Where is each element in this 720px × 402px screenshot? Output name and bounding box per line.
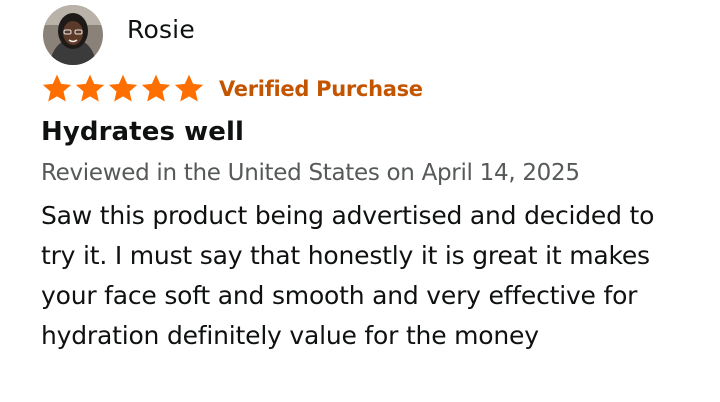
star-icon <box>42 74 72 102</box>
reviewer-name[interactable]: Rosie <box>127 15 195 44</box>
rating-row: Verified Purchase <box>41 72 423 106</box>
star-rating[interactable] <box>41 73 205 105</box>
star-icon <box>75 74 105 102</box>
review-title[interactable]: Hydrates well <box>41 117 244 147</box>
reviewer-profile[interactable]: Rosie <box>43 5 195 65</box>
review-date: Reviewed in the United States on April 1… <box>41 160 580 186</box>
user-avatar-icon[interactable] <box>43 5 103 65</box>
review-body: Saw this product being advertised and de… <box>41 201 655 350</box>
star-icon <box>108 74 138 102</box>
verified-purchase-badge: Verified Purchase <box>219 77 423 101</box>
star-icon <box>174 74 204 102</box>
star-icon <box>141 74 171 102</box>
